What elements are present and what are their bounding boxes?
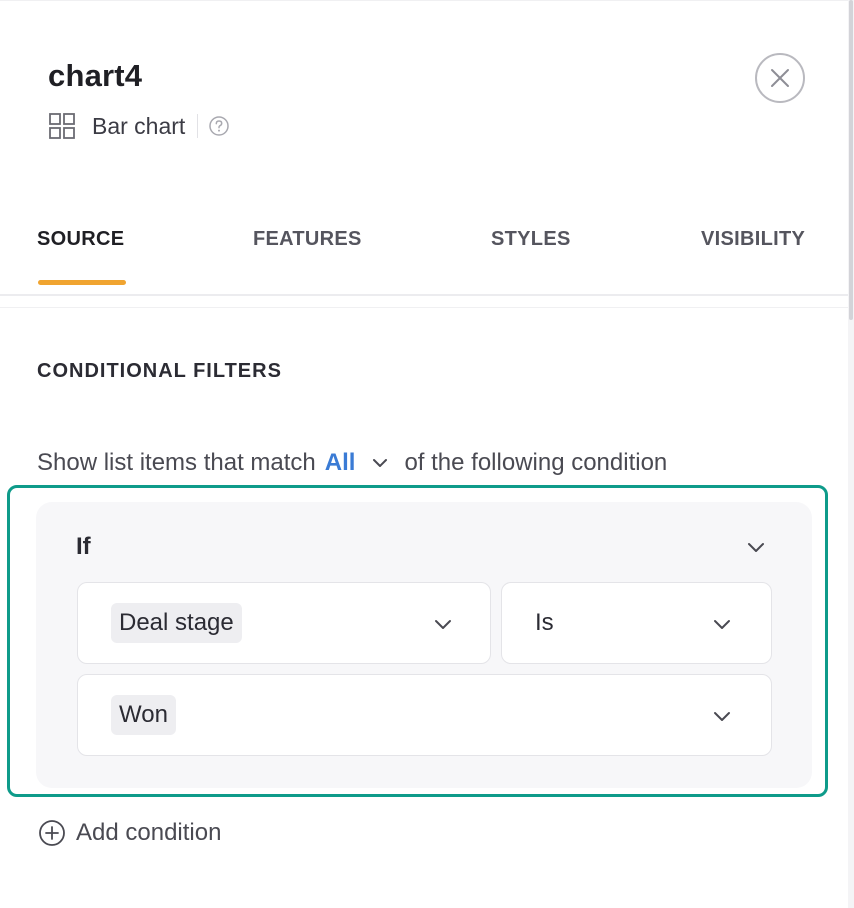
section-title: CONDITIONAL FILTERS <box>37 360 282 382</box>
help-circle-icon[interactable] <box>208 115 230 137</box>
settings-tabs: SOURCE FEATURES STYLES VISIBILITY <box>0 228 848 298</box>
field-chip: Deal stage <box>111 603 242 643</box>
chevron-down-icon[interactable] <box>369 452 391 474</box>
field-select[interactable]: Deal stage <box>77 582 491 664</box>
add-condition-button[interactable]: Add condition <box>38 816 221 850</box>
match-mode-dropdown[interactable]: All <box>325 449 356 477</box>
chevron-down-icon <box>714 620 730 629</box>
tab-styles[interactable]: STYLES <box>491 228 571 251</box>
chart-title: chart4 <box>48 58 143 93</box>
tabs-divider-secondary <box>0 307 848 308</box>
close-button[interactable] <box>755 53 805 103</box>
value-select[interactable]: Won <box>77 674 772 756</box>
operator-value: Is <box>535 609 554 636</box>
match-row: Show list items that match All of the fo… <box>37 446 667 480</box>
active-tab-indicator <box>38 280 126 285</box>
condition-if-label: If <box>76 533 91 560</box>
chart-type-row: Bar chart <box>48 110 230 142</box>
tabs-divider <box>0 294 848 296</box>
chart-type-label: Bar chart <box>92 112 186 139</box>
chevron-down-icon <box>435 620 451 629</box>
chevron-down-icon[interactable] <box>744 535 768 559</box>
value-chip: Won <box>111 695 176 735</box>
match-suffix: of the following condition <box>404 449 668 476</box>
operator-select[interactable]: Is <box>501 582 772 664</box>
plus-circle-icon <box>39 820 65 846</box>
grid-icon <box>49 113 75 139</box>
match-prefix: Show list items that match <box>37 449 316 476</box>
chevron-down-icon <box>714 712 730 721</box>
chart-settings-panel: chart4 Bar chart SOURCE FEATURES STYLES … <box>0 0 854 908</box>
add-condition-label: Add condition <box>76 819 222 846</box>
close-icon <box>771 69 789 87</box>
tab-features[interactable]: FEATURES <box>253 228 362 251</box>
divider <box>197 114 199 138</box>
scrollbar-thumb[interactable] <box>849 0 853 320</box>
tab-source[interactable]: SOURCE <box>37 228 124 251</box>
top-border <box>0 0 848 1</box>
tab-visibility[interactable]: VISIBILITY <box>701 228 805 251</box>
